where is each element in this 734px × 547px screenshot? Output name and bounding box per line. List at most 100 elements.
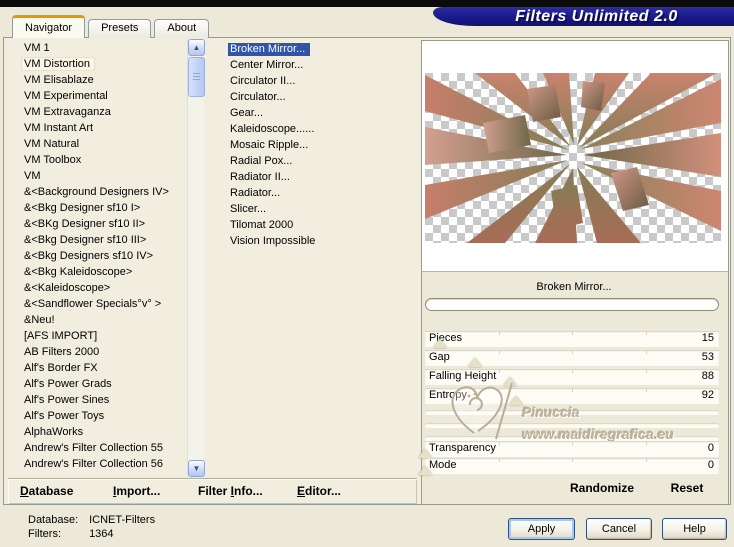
category-item-label: &<Bkg Designers sf10 IV> (22, 250, 157, 262)
category-item[interactable]: &<Kaleidoscope> (10, 280, 186, 296)
watermark-text-line2: www.maidiregrafica.eu (522, 426, 674, 442)
category-item-label: VM Experimental (22, 90, 112, 102)
filter-item-label: Radiator... (228, 187, 285, 200)
category-item[interactable]: VM Distortion (10, 56, 186, 72)
category-item[interactable]: Alf's Power Toys (10, 408, 186, 424)
category-item-label: Alf's Power Toys (22, 410, 108, 422)
slider-tick (572, 369, 573, 373)
parameter-slider[interactable]: Pieces15 (425, 331, 719, 346)
category-item[interactable]: &<Bkg Designers sf10 IV> (10, 248, 186, 264)
progress-bar (425, 298, 719, 311)
database-value: ICNET-Filters (89, 514, 155, 526)
help-button[interactable]: Help (662, 518, 727, 540)
slider-thumb-icon[interactable] (418, 449, 432, 458)
parameter-slider[interactable]: Transparency0 (425, 441, 719, 456)
filters-label: Filters: (28, 527, 86, 541)
tab-presets[interactable]: Presets (88, 19, 151, 38)
category-list[interactable]: VM 1 VM Distortion VM Elisablaze VM Experim… (10, 40, 186, 478)
slider-thumb-icon[interactable] (433, 339, 447, 348)
category-item[interactable]: &<Sandflower Specials°v° > (10, 296, 186, 312)
category-item[interactable]: &<BKg Designer sf10 II> (10, 216, 186, 232)
tab-about[interactable]: About (154, 19, 209, 38)
filter-item[interactable]: Gear... (228, 106, 414, 122)
cancel-button[interactable]: Cancel (586, 518, 652, 540)
category-item[interactable]: VM Extravaganza (10, 104, 186, 120)
parameter-value: 53 (702, 351, 714, 363)
slider-tick (499, 350, 500, 354)
category-item[interactable]: &<Bkg Designer sf10 III> (10, 232, 186, 248)
slider-thumb-icon[interactable] (468, 358, 482, 367)
category-item[interactable]: VM Elisablaze (10, 72, 186, 88)
slider-tick (646, 441, 647, 445)
category-item[interactable]: &<Bkg Kaleidoscope> (10, 264, 186, 280)
category-item[interactable]: AB Filters 2000 (10, 344, 186, 360)
category-item[interactable]: VM Experimental (10, 88, 186, 104)
filter-item[interactable]: Tilomat 2000 (228, 218, 414, 234)
category-item[interactable]: &Neu! (10, 312, 186, 328)
apply-button[interactable]: Apply (508, 518, 575, 540)
filter-item[interactable]: Mosaic Ripple... (228, 138, 414, 154)
parameter-value: 0 (708, 459, 714, 471)
category-item[interactable]: Alf's Power Sines (10, 392, 186, 408)
filter-item[interactable]: Circulator II... (228, 74, 414, 90)
filter-item[interactable]: Slicer... (228, 202, 414, 218)
slider-tick (572, 388, 573, 392)
category-item-label: AB Filters 2000 (22, 346, 103, 358)
category-item-label: &<Bkg Kaleidoscope> (22, 266, 136, 278)
category-item[interactable]: &<Bkg Designer sf10 I> (10, 200, 186, 216)
category-item[interactable]: Andrew's Filter Collection 55 (10, 440, 186, 456)
filter-item[interactable]: Center Mirror... (228, 58, 414, 74)
slider-tick (646, 458, 647, 462)
parameter-label: Mode (429, 459, 457, 471)
parameter-label: Transparency (429, 442, 496, 454)
menu-item-database[interactable]: Database (20, 484, 73, 498)
category-item[interactable]: Andrew's Filter Collection 56 (10, 456, 186, 472)
slider-thumb-icon[interactable] (418, 466, 432, 475)
filter-list[interactable]: Broken Mirror...Center Mirror...Circulat… (228, 42, 414, 250)
filter-item[interactable]: Radiator... (228, 186, 414, 202)
category-item-label: VM Instant Art (22, 122, 97, 134)
slider-tick (572, 331, 573, 335)
category-item[interactable]: VM Instant Art (10, 120, 186, 136)
watermark-text-line1: Pinuccia (522, 404, 580, 420)
category-item[interactable]: &<Background Designers IV> (10, 184, 186, 200)
reset-button[interactable]: Reset (659, 481, 715, 495)
randomize-button[interactable]: Randomize (552, 481, 652, 495)
preview-area (422, 41, 728, 272)
scroll-up-icon[interactable]: ▲ (188, 39, 205, 56)
menu-item-filter-info[interactable]: Filter Info... (198, 484, 263, 498)
filter-item[interactable]: Vision Impossible (228, 234, 414, 250)
category-item-label: VM Extravaganza (22, 106, 115, 118)
category-item[interactable]: VM 1 (10, 40, 186, 56)
parameter-slider[interactable]: Gap53 (425, 350, 719, 365)
category-item[interactable]: AlphaWorks (10, 424, 186, 440)
category-item[interactable]: [AFS IMPORT] (10, 328, 186, 344)
scroll-down-icon[interactable]: ▼ (188, 460, 205, 477)
filter-item[interactable]: Kaleidoscope...... (228, 122, 414, 138)
category-item[interactable]: VM Natural (10, 136, 186, 152)
bottom-menu-bar: Database Import... Filter Info... Editor... (8, 478, 417, 504)
scrollbar-thumb[interactable] (188, 57, 205, 97)
slider-tick (572, 350, 573, 354)
filter-item[interactable]: Circulator... (228, 90, 414, 106)
category-item-label: VM Distortion (22, 58, 94, 70)
preview-panel: Broken Mirror... Pieces15Gap53Falling He… (421, 40, 729, 505)
tab-navigator[interactable]: Navigator (12, 15, 85, 38)
category-item[interactable]: VM (10, 168, 186, 184)
filter-item[interactable]: Radiator II... (228, 170, 414, 186)
category-item[interactable]: VM Toolbox (10, 152, 186, 168)
status-area: Database: ICNET-Filters Filters: 1364 (28, 513, 155, 541)
category-item[interactable]: Alf's Power Grads (10, 376, 186, 392)
parameter-slider[interactable]: Mode 0 (425, 458, 719, 473)
category-item-label: &<BKg Designer sf10 II> (22, 218, 149, 230)
filter-item[interactable]: Broken Mirror... (228, 42, 414, 58)
category-scrollbar[interactable]: ▲ ▼ (187, 39, 204, 477)
filter-item[interactable]: Radial Pox... (228, 154, 414, 170)
filter-item-label: Circulator... (228, 91, 291, 104)
menu-item-editor[interactable]: Editor... (297, 484, 341, 498)
top-black-strip (0, 0, 734, 7)
category-item-label: [AFS IMPORT] (22, 330, 101, 342)
category-item-label: Alf's Border FX (22, 362, 102, 374)
category-item[interactable]: Alf's Border FX (10, 360, 186, 376)
menu-item-import[interactable]: Import... (113, 484, 160, 498)
